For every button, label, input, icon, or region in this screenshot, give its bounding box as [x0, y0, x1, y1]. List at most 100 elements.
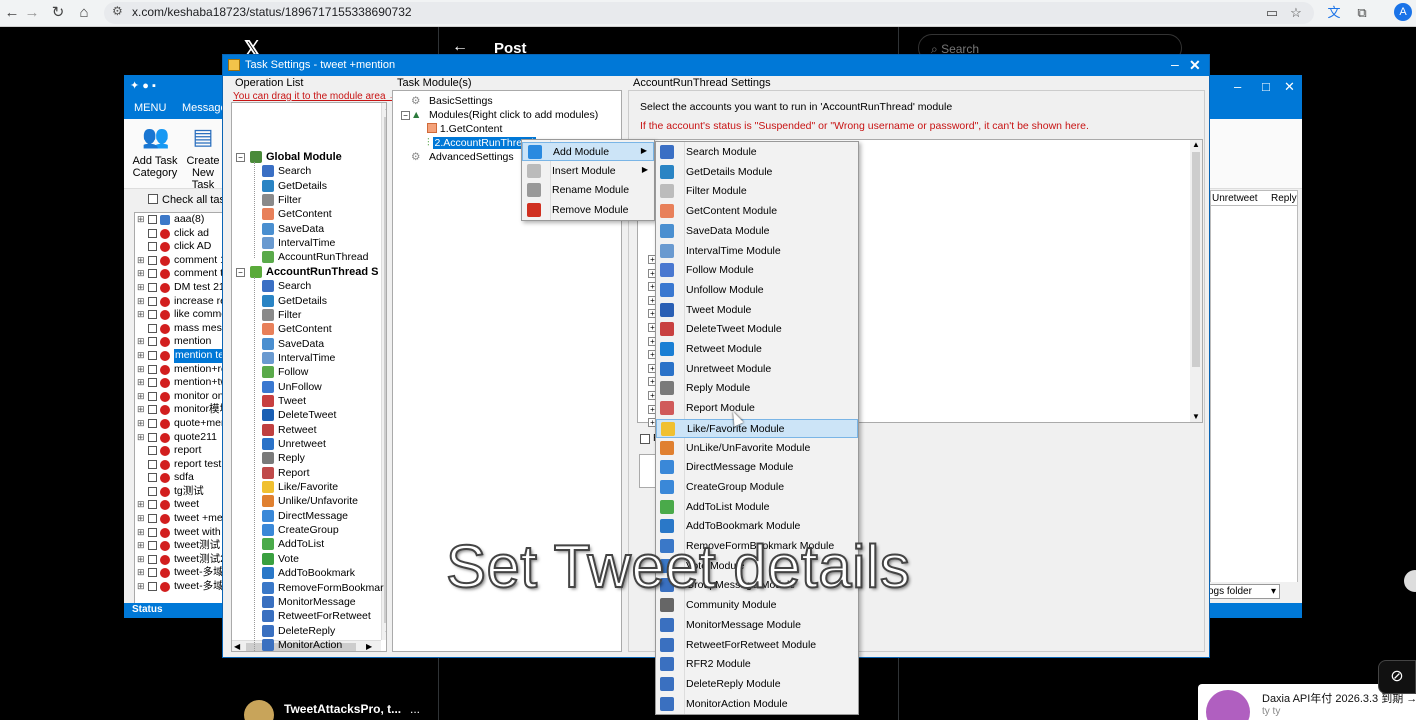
expand-icon[interactable]: ⊞ [137, 580, 145, 594]
scroll-right-icon[interactable]: ▶ [366, 642, 372, 651]
task-row[interactable]: sdfa [135, 471, 223, 485]
expand-icon[interactable]: ⊞ [137, 267, 145, 281]
task-row[interactable]: ⊞ aaa(8) [135, 213, 223, 227]
expand-icon[interactable]: ⊞ [137, 431, 145, 445]
task-row[interactable]: ⊞ tweet测试2 [135, 553, 223, 567]
submenu-item[interactable]: SaveData Module [656, 222, 858, 241]
task-checkbox[interactable] [148, 541, 157, 551]
submenu-item[interactable]: RFR2 Module [656, 655, 858, 674]
task-checkbox[interactable] [148, 514, 157, 524]
submenu-item[interactable]: DeleteTweet Module [656, 320, 858, 339]
back-icon[interactable]: ← [2, 3, 22, 23]
task-row[interactable]: ⊞ like comme [135, 308, 223, 322]
tree-basic-settings[interactable]: ⚙ BasicSettings [411, 94, 493, 108]
submenu-item[interactable]: Reply Module [656, 379, 858, 398]
scroll-up-icon[interactable]: ▲ [384, 103, 386, 112]
task-checkbox[interactable] [148, 391, 157, 401]
task-checkbox[interactable] [148, 446, 157, 456]
submenu-item[interactable]: RetweetForRetweet Module [656, 636, 858, 655]
vertical-scrollbar[interactable]: ▲ ▼ [1190, 140, 1202, 422]
task-checkbox[interactable] [148, 323, 157, 333]
expand-icon[interactable]: ⊞ [137, 308, 145, 322]
logs-folder-dropdown[interactable]: ogs folder ▾ [1204, 584, 1280, 599]
task-row[interactable]: ⊞ tweet-多域名 [135, 580, 223, 594]
ctx-item-rename-module[interactable]: Rename Module [522, 181, 654, 200]
maximize-icon[interactable]: □ [1262, 79, 1270, 94]
task-checkbox[interactable] [148, 296, 157, 306]
task-row[interactable]: ⊞ tweet-多域名 [135, 566, 223, 580]
submenu-item[interactable]: Search Module [656, 143, 858, 162]
task-row[interactable]: report [135, 444, 223, 458]
task-checkbox[interactable] [148, 486, 157, 496]
expand-icon[interactable]: ⊞ [137, 281, 145, 295]
reload-icon[interactable]: ↻ [48, 3, 68, 23]
task-row[interactable]: click AD [135, 240, 223, 254]
expand-icon[interactable]: ⊞ [137, 539, 145, 553]
site-info-icon[interactable]: ⚙ [112, 4, 123, 18]
task-checkbox[interactable] [148, 568, 157, 578]
column-unretweet[interactable]: Unretweet [1212, 193, 1258, 204]
task-list[interactable]: ⊞ aaa(8)click adclick AD ⊞ comment 11 ⊞ comme… [134, 212, 224, 607]
avatar[interactable] [244, 700, 274, 720]
minimize-icon[interactable]: – [1234, 79, 1241, 94]
scroll-down-icon[interactable]: ▼ [384, 629, 386, 638]
expand-icon[interactable]: ⊞ [137, 498, 145, 512]
menu-main[interactable]: MENU [134, 102, 166, 114]
scroll-thumb[interactable] [384, 117, 386, 623]
scroll-thumb[interactable] [1192, 152, 1200, 367]
menu-message[interactable]: Message [182, 102, 227, 114]
collapse-toggle[interactable]: − [236, 153, 245, 162]
task-checkbox[interactable] [148, 500, 157, 510]
forward-icon[interactable]: → [22, 3, 42, 23]
task-checkbox[interactable] [148, 582, 157, 592]
submenu-item[interactable]: MonitorMessage Module [656, 616, 858, 635]
tree-advanced-settings[interactable]: ⚙ AdvancedSettings [411, 150, 514, 164]
task-row[interactable]: ⊞ quote+ment [135, 417, 223, 431]
task-checkbox[interactable] [148, 350, 157, 360]
task-row[interactable]: report test 1 [135, 458, 223, 472]
task-row[interactable]: ⊞ DM test 218 [135, 281, 223, 295]
task-checkbox[interactable] [148, 242, 157, 252]
submenu-item[interactable]: MonitorAction Module [656, 695, 858, 714]
task-row[interactable]: ⊞ tweet with tr [135, 526, 223, 540]
install-app-icon[interactable]: ▭ [1262, 3, 1282, 23]
task-checkbox[interactable] [148, 432, 157, 442]
ctx-item-remove-module[interactable]: Remove Module [522, 201, 654, 220]
expand-icon[interactable]: ⊞ [137, 295, 145, 309]
submenu-item[interactable]: GetDetails Module [656, 163, 858, 182]
task-row[interactable]: tg测试 [135, 485, 223, 499]
url-text[interactable]: x.com/keshaba18723/status/18967171553386… [132, 5, 412, 19]
task-checkbox[interactable] [148, 215, 157, 224]
home-icon[interactable]: ⌂ [74, 3, 94, 23]
grok-icon[interactable]: ⊘ [1378, 660, 1416, 694]
task-row[interactable]: ⊞ mention tes [135, 348, 223, 363]
collapse-toggle[interactable]: − [401, 111, 410, 120]
vertical-scrollbar[interactable]: ▲ ▼ [381, 103, 386, 640]
tree-modules[interactable]: ▲ Modules(Right click to add modules) [411, 108, 598, 122]
task-row[interactable]: ⊞ mention+tw [135, 376, 223, 390]
bottom-username[interactable]: TweetAttacksPro, t... [284, 702, 401, 716]
task-row[interactable]: ⊞ increase ref [135, 295, 223, 309]
minimize-icon[interactable]: – [1171, 56, 1179, 72]
collapse-toggle[interactable]: − [236, 267, 245, 277]
task-checkbox[interactable] [148, 473, 157, 483]
submenu-item[interactable]: Tweet Module [656, 301, 858, 320]
ctx-item-add-module[interactable]: Add Module ▶ [522, 142, 654, 161]
expand-icon[interactable]: ⊞ [137, 363, 145, 377]
submenu-item[interactable]: DirectMessage Module [656, 458, 858, 477]
expand-icon[interactable]: ⊞ [137, 512, 145, 526]
submenu-item[interactable]: Unretweet Module [656, 360, 858, 379]
task-row[interactable]: ⊞ monitor on s [135, 390, 223, 404]
submenu-item[interactable]: AddToList Module [656, 498, 858, 517]
expand-icon[interactable]: ⊞ [137, 526, 145, 540]
translate-icon[interactable]: 文 [1324, 3, 1344, 23]
submenu-item[interactable]: CreateGroup Module [656, 478, 858, 497]
task-row[interactable]: ⊞ comment te [135, 267, 223, 281]
task-checkbox[interactable] [148, 269, 157, 279]
bookmark-star-icon[interactable]: ☆ [1286, 3, 1306, 23]
submenu-item[interactable]: Like/Favorite Module [656, 418, 858, 438]
submenu-item[interactable]: IntervalTime Module [656, 242, 858, 261]
tree-module-accountrunthread[interactable]: ⫶ 2.AccountRunThread [427, 136, 536, 150]
task-row[interactable]: ⊞ mention [135, 335, 223, 349]
profile-avatar[interactable]: A [1394, 3, 1412, 21]
